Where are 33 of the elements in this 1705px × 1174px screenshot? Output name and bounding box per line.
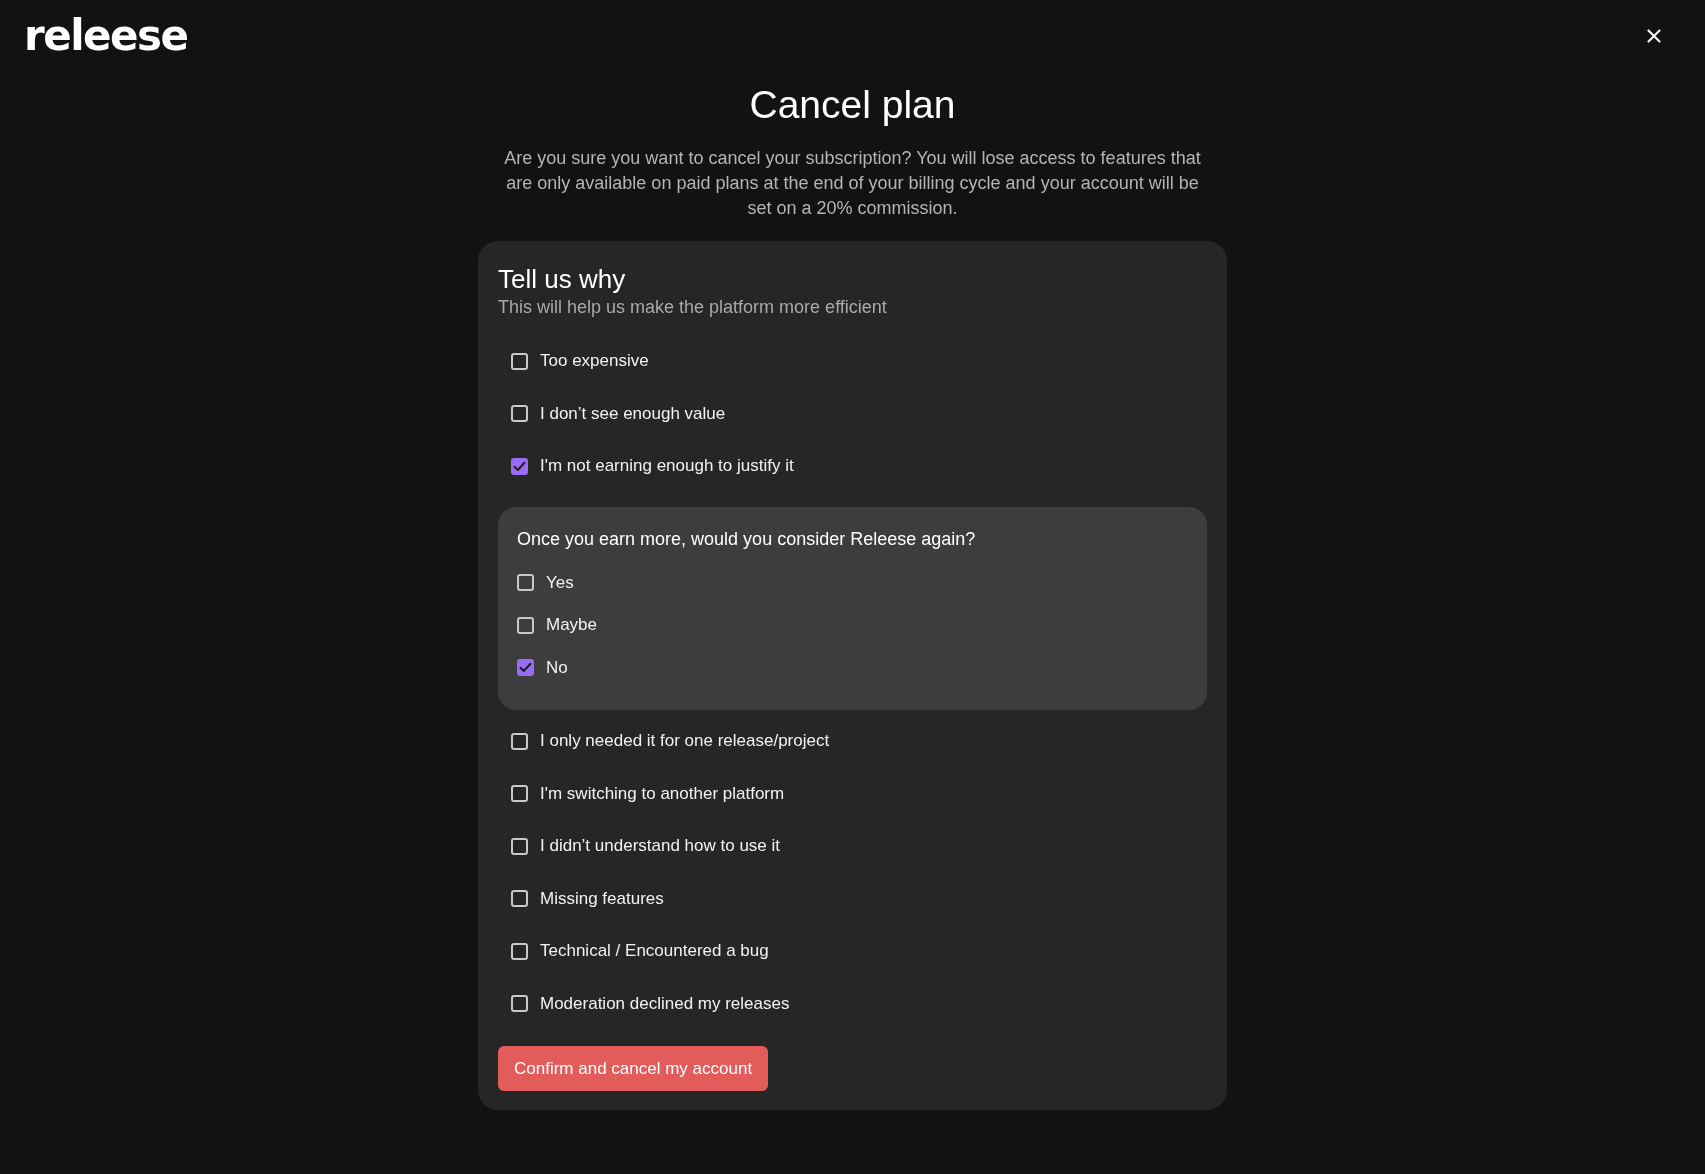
survey-title: Tell us why — [498, 263, 627, 295]
checkbox[interactable] — [511, 732, 528, 750]
checkbox[interactable] — [511, 352, 528, 370]
confirm-cancel-button[interactable]: Confirm and cancel my account — [498, 1046, 769, 1091]
option-label: I didn’t understand how to use it — [540, 835, 781, 858]
option-label: Too expensive — [540, 350, 649, 373]
follow-up-question: Once you earn more, would you consider Releese again? — [517, 527, 977, 551]
option-label: Missing features — [540, 887, 664, 910]
checkmark-icon — [513, 460, 526, 472]
checkmark-icon — [519, 662, 532, 674]
checkbox[interactable] — [511, 785, 528, 803]
checkbox[interactable] — [511, 405, 528, 423]
checkbox[interactable] — [511, 995, 528, 1013]
checkbox[interactable] — [517, 574, 534, 592]
option-label: I'm switching to another platform — [540, 782, 785, 805]
page-title: Cancel plan — [749, 82, 956, 128]
checkbox[interactable] — [517, 659, 534, 677]
option-label: Moderation declined my releases — [540, 992, 790, 1015]
option-label: Technical / Encountered a bug — [540, 940, 769, 963]
checkbox[interactable] — [511, 837, 528, 855]
checkbox[interactable] — [511, 942, 528, 960]
logo: releese — [24, 11, 188, 61]
option-label: No — [546, 656, 568, 679]
option-label: Maybe — [546, 614, 598, 637]
option-label: I'm not earning enough to justify it — [540, 455, 794, 478]
checkbox[interactable] — [517, 616, 534, 634]
option-label: I only needed it for one release/project — [540, 730, 830, 753]
option-label: I don’t see enough value — [540, 402, 726, 425]
option-label: Yes — [546, 571, 574, 594]
survey-subtitle: This will help us make the platform more efficient — [498, 296, 888, 319]
checkbox[interactable] — [511, 890, 528, 908]
checkbox[interactable] — [511, 457, 528, 475]
page-description: Are you sure you want to cancel your subscription? You will lose access to features that are only available on paid plans at the end of your billing cycle and your account will be set on a 20% commission. — [503, 147, 1202, 220]
